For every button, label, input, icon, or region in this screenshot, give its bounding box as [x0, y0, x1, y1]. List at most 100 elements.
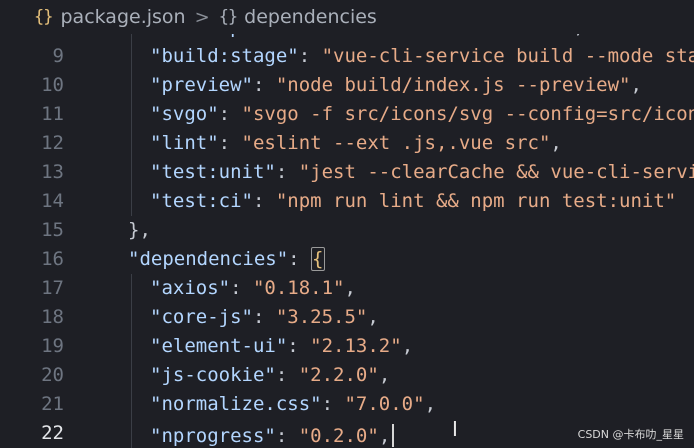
colon: : [230, 277, 253, 299]
colon: : [298, 45, 322, 67]
colon: : [252, 74, 276, 96]
line-number: 22 [41, 422, 64, 444]
code-line[interactable]: 14 "test:ci": "npm run lint && npm run te… [0, 187, 694, 216]
code-text: "preview": "node build/index.js --previe… [150, 71, 642, 100]
comma: , [550, 132, 562, 154]
json-key: "axios" [150, 277, 231, 299]
comma: , [344, 277, 356, 299]
json-key: "nprogress" [150, 425, 276, 447]
breadcrumb-file[interactable]: package.json [60, 6, 185, 28]
comma: , [378, 425, 391, 447]
json-value: "vue-cli-service build --mode sta [321, 45, 694, 67]
object-icon: {} [218, 7, 239, 27]
comma: , [378, 364, 391, 386]
breadcrumb: {} package.json > {} dependencies [0, 0, 694, 34]
json-value: "svgo -f src/icons/svg --config=src/icon [241, 103, 694, 125]
colon: : [275, 425, 299, 447]
breadcrumb-separator: > [194, 6, 210, 28]
code-text: "test:ci": "npm run lint && npm run test… [150, 187, 676, 216]
json-value: "7.0.0" [344, 393, 425, 415]
colon: : [218, 132, 242, 154]
json-key: "build:stage" [150, 45, 299, 67]
code-editor[interactable]: 8"build:prod": "vue-cli-service build",9… [0, 19, 694, 448]
line-number: 20 [41, 364, 64, 386]
line-number: 9 [52, 45, 64, 67]
colon: : [252, 306, 276, 328]
code-text: "element-ui": "2.13.2", [150, 332, 413, 361]
punctuation: }, [128, 219, 151, 241]
code-line[interactable]: 15}, [0, 216, 694, 245]
line-number: 17 [41, 277, 64, 299]
code-line[interactable]: 10 "preview": "node build/index.js --prev… [0, 71, 694, 100]
json-key: "preview" [150, 74, 253, 96]
json-key: "js-cookie" [150, 364, 276, 386]
code-text: "dependencies": { [128, 245, 325, 274]
code-line[interactable]: 13 "test:unit": "jest --clearCache && vue… [0, 158, 694, 187]
json-value: "2.2.0" [298, 364, 379, 386]
code-text: "test:unit": "jest --clearCache && vue-c… [150, 158, 694, 187]
colon: : [275, 364, 299, 386]
line-number: 18 [41, 306, 64, 328]
text-caret [392, 424, 395, 447]
json-key: "lint" [150, 132, 219, 154]
line-number: 19 [41, 335, 64, 357]
line-number: 16 [41, 248, 64, 270]
colon: : [218, 103, 242, 125]
code-line[interactable]: 11 "svgo": "svgo -f src/icons/svg --confi… [0, 100, 694, 129]
comma: , [401, 335, 414, 357]
json-value: "npm run lint && npm run test:unit" [275, 190, 677, 212]
code-line[interactable]: 20 "js-cookie": "2.2.0", [0, 361, 694, 390]
json-key: "normalize.css" [150, 393, 322, 415]
code-line[interactable]: 16 "dependencies": { [0, 245, 694, 274]
line-number: 21 [41, 393, 64, 415]
code-text: }, [128, 216, 151, 245]
code-text: "nprogress": "0.2.0", [150, 419, 395, 448]
code-text: "js-cookie": "2.2.0", [150, 361, 390, 390]
colon: : [275, 161, 299, 183]
json-key: "element-ui" [150, 335, 288, 357]
indent-guide [131, 19, 132, 216]
json-value: "2.13.2" [310, 335, 402, 357]
json-value: "node build/index.js --preview" [275, 74, 631, 96]
line-number: 15 [41, 219, 64, 241]
matched-brace: { [311, 247, 325, 271]
line-number: 12 [41, 132, 64, 154]
json-key: "test:unit" [150, 161, 276, 183]
code-text: "normalize.css": "7.0.0", [150, 390, 436, 419]
json-file-icon: {} [34, 7, 54, 27]
code-line[interactable]: 18 "core-js": "3.25.5", [0, 303, 694, 332]
code-text: "core-js": "3.25.5", [150, 303, 379, 332]
code-text: "axios": "0.18.1", [150, 274, 356, 303]
line-number: 10 [41, 74, 64, 96]
code-line[interactable]: 21 "normalize.css": "7.0.0", [0, 390, 694, 419]
code-text: "lint": "eslint --ext .js,.vue src", [150, 129, 562, 158]
code-text: "svgo": "svgo -f src/icons/svg --config=… [150, 100, 694, 129]
line-number: 14 [41, 190, 64, 212]
code-line[interactable]: 9 "build:stage": "vue-cli-service build -… [0, 42, 694, 71]
colon: : [321, 393, 345, 415]
json-value: "eslint --ext .js,.vue src" [241, 132, 551, 154]
colon: : [288, 248, 312, 270]
json-value: "0.18.1" [252, 277, 345, 299]
indent-guide [131, 274, 132, 448]
colon: : [287, 335, 311, 357]
line-number: 11 [41, 103, 64, 125]
json-value: "3.25.5" [275, 306, 368, 328]
code-line[interactable]: 12 "lint": "eslint --ext .js,.vue src", [0, 129, 694, 158]
json-value: "jest --clearCache && vue-cli-servi [298, 161, 694, 183]
json-key: "test:ci" [150, 190, 253, 212]
code-line[interactable]: 17 "axios": "0.18.1", [0, 274, 694, 303]
json-key: "svgo" [150, 103, 219, 125]
line-number: 13 [41, 161, 64, 183]
text-cursor-icon: I [452, 417, 458, 441]
comma: , [424, 393, 437, 415]
code-line[interactable]: 19 "element-ui": "2.13.2", [0, 332, 694, 361]
watermark: CSDN @卡布叻_星星 [577, 428, 684, 441]
comma: , [367, 306, 379, 328]
json-value: "0.2.0" [298, 425, 379, 447]
json-key: "core-js" [150, 306, 253, 328]
colon: : [252, 190, 276, 212]
comma: , [630, 74, 642, 96]
code-text: "build:stage": "vue-cli-service build --… [150, 42, 694, 71]
breadcrumb-section[interactable]: dependencies [244, 6, 377, 28]
